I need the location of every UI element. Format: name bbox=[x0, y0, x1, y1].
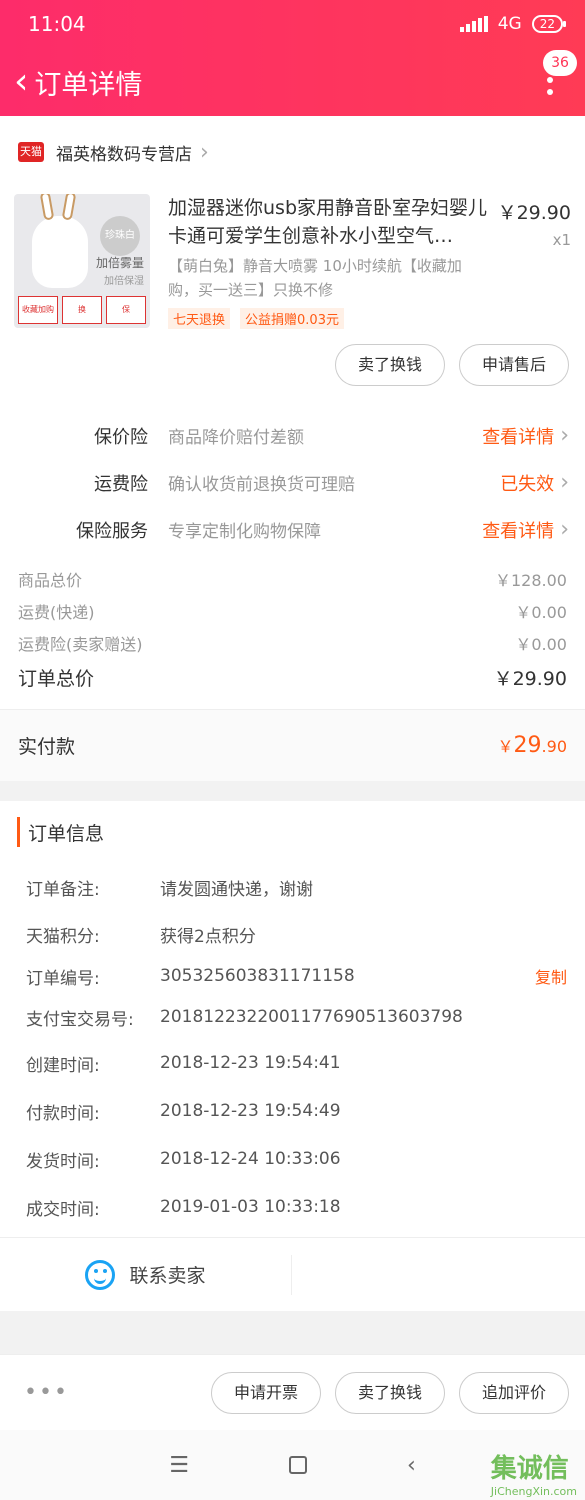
product-desc: 【萌白兔】静音大喷雾 10小时续航【收藏加购，买一送三】只换不修 bbox=[168, 257, 462, 299]
info-row: 创建时间: 2018-12-23 19:54:41 bbox=[26, 1053, 341, 1076]
divider bbox=[0, 781, 585, 801]
info-row-order-id: 订单编号: 305325603831171158 复制 bbox=[26, 964, 567, 989]
order-card: 天猫 福英格数码专营店 › 珍珠白 加倍雾量 加倍保湿 收藏加购 换 保 加湿器… bbox=[0, 116, 585, 781]
battery-icon: 22 bbox=[531, 15, 567, 33]
insurance-row-shipping[interactable]: 运费险 确认收货前退换货可理赔 已失效 › bbox=[0, 459, 569, 506]
chevron-right-icon: › bbox=[560, 423, 569, 448]
insurance-section: 保价险 商品降价赔付差额 查看详情 › 运费险 确认收货前退换货可理赔 已失效 … bbox=[0, 412, 585, 553]
chevron-right-icon: › bbox=[200, 139, 209, 165]
product-qty: x1 bbox=[552, 231, 571, 249]
fee-row: 运费险(卖家赠送) ￥0.00 bbox=[18, 635, 567, 654]
page-title: 订单详情 bbox=[34, 69, 143, 101]
order-info-section: 订单信息 订单备注: 请发圆通快递，谢谢 天猫积分: 获得2点积分 订单编号: 305… bbox=[0, 801, 585, 1311]
insurance-row-service[interactable]: 保险服务 专享定制化购物保障 查看详情 › bbox=[0, 506, 569, 553]
invoice-button[interactable]: 申请开票 bbox=[210, 1371, 321, 1414]
info-row: 天猫积分: 获得2点积分 bbox=[26, 926, 256, 947]
chevron-right-icon: › bbox=[560, 517, 569, 542]
thumb-line1: 加倍雾量 bbox=[95, 256, 144, 270]
status-bar: 11:04 4G 22 bbox=[0, 0, 585, 48]
footer-action-bar: ••• 申请开票 卖了换钱 追加评价 bbox=[0, 1354, 585, 1430]
info-row: 支付宝交易号: 2018122322001177690513603798 bbox=[26, 1007, 463, 1030]
tag-return: 七天退换 bbox=[168, 308, 231, 329]
paid-amount-row: 实付款 ￥29.90 bbox=[0, 709, 585, 781]
section-title: 订单信息 bbox=[17, 817, 567, 847]
info-row: 订单备注: 请发圆通快递，谢谢 bbox=[26, 879, 313, 900]
fee-summary: 商品总价 ￥128.00 运费(快递) ￥0.00 运费险(卖家赠送) ￥0.00 订… bbox=[0, 553, 585, 695]
fee-row: 运费(快递) ￥0.00 bbox=[18, 603, 567, 622]
insurance-row-price[interactable]: 保价险 商品降价赔付差额 查看详情 › bbox=[0, 412, 569, 459]
resell-button[interactable]: 卖了换钱 bbox=[334, 1371, 445, 1414]
thumb-line2: 加倍保湿 bbox=[104, 276, 144, 287]
order-total-row: 订单总价 ￥29.90 bbox=[18, 667, 567, 690]
header: 11:04 4G 22 ‹ 订单详情 36 bbox=[0, 0, 585, 116]
chat-smile-icon bbox=[85, 1259, 116, 1290]
product-price: ￥29.90 bbox=[497, 202, 571, 224]
product-price-col: ￥29.90 x1 bbox=[491, 194, 571, 328]
footer-buttons: 申请开票 卖了换钱 追加评价 bbox=[210, 1371, 569, 1414]
more-dots-icon[interactable]: ••• bbox=[24, 1380, 69, 1405]
paid-amount: ￥29.90 bbox=[497, 733, 567, 758]
add-review-button[interactable]: 追加评价 bbox=[458, 1371, 569, 1414]
product-name[interactable]: 加湿器迷你usb家用静音卧室孕妇婴儿卡通可爱学生创意补水小型空气… bbox=[168, 194, 491, 250]
home-square-icon[interactable] bbox=[288, 1456, 307, 1474]
resell-button[interactable]: 卖了换钱 bbox=[334, 344, 445, 386]
humidifier-illustration bbox=[32, 194, 88, 288]
back-icon[interactable]: ‹ bbox=[407, 1453, 416, 1478]
network-label: 4G bbox=[497, 14, 522, 34]
signal-icon bbox=[459, 16, 488, 32]
status-time: 11:04 bbox=[28, 12, 86, 36]
more-menu-icon[interactable] bbox=[547, 62, 553, 98]
product-info: 加湿器迷你usb家用静音卧室孕妇婴儿卡通可爱学生创意补水小型空气… 【萌白兔】静… bbox=[150, 194, 491, 329]
info-row: 付款时间: 2018-12-23 19:54:49 bbox=[26, 1101, 341, 1124]
nav-bar: ‹ 订单详情 bbox=[0, 48, 585, 116]
paid-label: 实付款 bbox=[18, 736, 76, 758]
tag-charity: 公益捐赠0.03元 bbox=[240, 308, 344, 329]
thumb-strip: 收藏加购 换 保 bbox=[18, 296, 146, 324]
insurance-link[interactable]: 查看详情 bbox=[482, 423, 554, 449]
insurance-link[interactable]: 已失效 bbox=[500, 470, 554, 496]
contact-bar: 联系卖家 bbox=[0, 1237, 585, 1311]
order-info-list: 订单备注: 请发圆通快递，谢谢 天猫积分: 获得2点积分 订单编号: 30532560… bbox=[18, 847, 567, 1231]
contact-seller-button[interactable]: 联系卖家 bbox=[0, 1254, 292, 1295]
info-row: 成交时间: 2019-01-03 10:33:18 bbox=[26, 1197, 341, 1220]
menu-icon[interactable]: ☰ bbox=[169, 1453, 189, 1478]
thumb-badge: 珍珠白 bbox=[100, 216, 140, 256]
watermark-logo: 集诚信 JiChengXin.com bbox=[490, 1454, 577, 1498]
copy-button[interactable]: 复制 bbox=[535, 964, 567, 988]
chevron-right-icon: › bbox=[560, 470, 569, 495]
product-actions: 卖了换钱 申请售后 bbox=[0, 328, 585, 412]
shop-row[interactable]: 天猫 福英格数码专营店 › bbox=[0, 116, 585, 188]
back-arrow-icon[interactable]: ‹ bbox=[14, 64, 28, 100]
tmall-logo-icon: 天猫 bbox=[18, 142, 44, 162]
insurance-link[interactable]: 查看详情 bbox=[482, 517, 554, 543]
battery-level: 22 bbox=[539, 17, 555, 31]
shop-name[interactable]: 福英格数码专营店 bbox=[56, 140, 192, 165]
after-sale-button[interactable]: 申请售后 bbox=[458, 344, 569, 386]
product-item[interactable]: 珍珠白 加倍雾量 加倍保湿 收藏加购 换 保 加湿器迷你usb家用静音卧室孕妇婴… bbox=[0, 188, 585, 329]
info-row: 发货时间: 2018-12-24 10:33:06 bbox=[26, 1149, 341, 1172]
product-thumbnail[interactable]: 珍珠白 加倍雾量 加倍保湿 收藏加购 换 保 bbox=[14, 194, 150, 328]
product-tags: 七天退换 公益捐赠0.03元 bbox=[168, 308, 491, 329]
fee-row: 商品总价 ￥128.00 bbox=[18, 571, 567, 590]
